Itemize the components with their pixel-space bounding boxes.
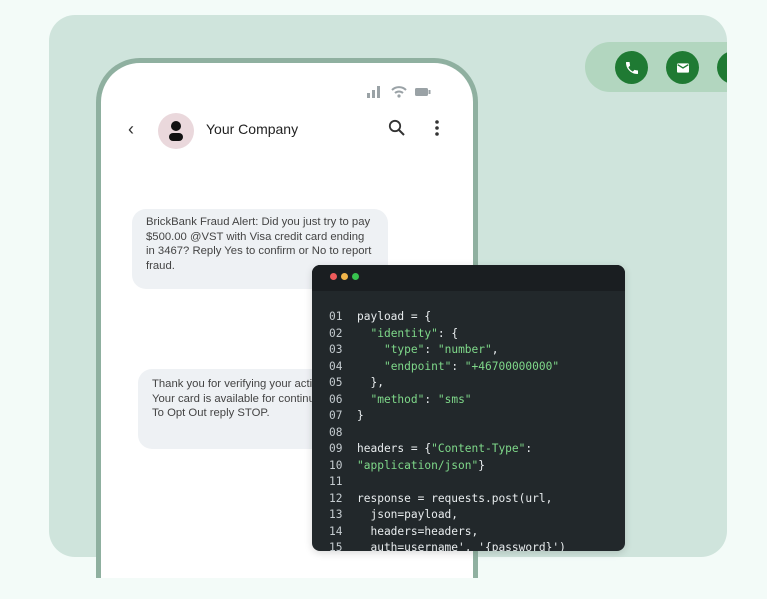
code-text: : bbox=[424, 343, 438, 356]
window-titlebar bbox=[312, 265, 625, 291]
line-number: 06 bbox=[329, 392, 343, 406]
status-bar bbox=[367, 85, 431, 98]
chat-header: ‹ Your Company bbox=[126, 111, 448, 151]
code-string: "identity" bbox=[370, 326, 438, 340]
code-text: : bbox=[424, 392, 438, 406]
code-line: 05 }, bbox=[329, 375, 617, 392]
code-string: "sms" bbox=[437, 392, 472, 406]
code-text: : { bbox=[437, 326, 459, 340]
minimize-dot-icon bbox=[341, 273, 348, 280]
code-text: headers=headers, bbox=[357, 524, 479, 538]
code-line: 04 "endpoint": "+46700000000" bbox=[329, 359, 617, 376]
person-icon bbox=[169, 121, 183, 141]
line-number: 09 bbox=[329, 442, 343, 455]
code-text: payload = { bbox=[357, 310, 432, 323]
code-line: 07} bbox=[329, 408, 617, 425]
line-number: 08 bbox=[329, 425, 343, 439]
close-dot-icon bbox=[330, 273, 337, 280]
mail-icon bbox=[676, 62, 689, 73]
code-line: 10 "application/json"} bbox=[329, 458, 617, 475]
code-text: }, bbox=[357, 376, 384, 389]
code-text: headers = { bbox=[357, 442, 432, 455]
line-number: 11 bbox=[329, 475, 343, 488]
line-number: 03 bbox=[329, 343, 343, 356]
maximize-dot-icon bbox=[352, 273, 359, 280]
code-text: : bbox=[451, 359, 465, 373]
avatar[interactable] bbox=[158, 113, 194, 149]
contact-name: Your Company bbox=[206, 121, 299, 137]
code-text: : bbox=[525, 442, 533, 455]
line-number: 13 bbox=[329, 508, 343, 521]
code-text: json=payload, bbox=[357, 508, 459, 521]
line-number: 15 bbox=[329, 541, 343, 551]
code-line: 14 headers=headers, bbox=[329, 524, 617, 541]
back-icon[interactable]: ‹ bbox=[128, 119, 134, 140]
bell-button[interactable] bbox=[717, 51, 727, 84]
wifi-icon bbox=[391, 86, 407, 98]
code-string: "endpoint" bbox=[383, 359, 452, 373]
code-block: 01 payload = {02 "identity": {03 "type": … bbox=[329, 309, 617, 551]
code-line: 01 payload = { bbox=[329, 309, 617, 326]
code-string: "type" bbox=[383, 343, 425, 356]
line-number: 12 bbox=[329, 491, 343, 505]
phone-button[interactable] bbox=[615, 51, 648, 84]
action-pill bbox=[585, 42, 727, 92]
message-text: BrickBank Fraud Alert: Did you just try … bbox=[146, 216, 372, 272]
code-line: 02 "identity": { bbox=[329, 326, 617, 343]
code-line: 06 "method": "sms" bbox=[329, 392, 617, 409]
code-text: } bbox=[357, 409, 364, 422]
code-string: "number" bbox=[437, 343, 492, 356]
code-string: "method" bbox=[370, 392, 425, 406]
phone-icon bbox=[625, 61, 638, 74]
code-text: } bbox=[478, 458, 485, 472]
code-string: "Content-Type" bbox=[431, 442, 526, 455]
line-number: 05 bbox=[329, 376, 343, 389]
code-string: "+46700000000" bbox=[464, 359, 560, 373]
code-text: auth=username', '{password}') bbox=[357, 541, 566, 551]
line-number: 14 bbox=[329, 524, 343, 538]
code-window: 01 payload = {02 "identity": {03 "type": … bbox=[312, 265, 625, 551]
line-number: 07 bbox=[329, 409, 343, 422]
search-icon[interactable] bbox=[388, 119, 406, 142]
code-line: 09 headers = {"Content-Type": bbox=[329, 441, 617, 458]
code-line: 03 "type": "number", bbox=[329, 342, 617, 359]
mail-button[interactable] bbox=[666, 51, 699, 84]
code-line: 12 response = requests.post(url, bbox=[329, 491, 617, 508]
line-number: 02 bbox=[329, 326, 343, 340]
code-text: , bbox=[491, 343, 499, 356]
code-line: 15 auth=username', '{password}') bbox=[329, 540, 617, 551]
code-text: response = requests.post(url, bbox=[357, 491, 553, 505]
code-line: 13 json=payload, bbox=[329, 507, 617, 524]
signal-icon bbox=[367, 86, 380, 98]
code-line: 11 bbox=[329, 474, 617, 491]
line-number: 01 bbox=[329, 310, 343, 323]
line-number: 10 bbox=[329, 458, 343, 472]
line-number: 04 bbox=[329, 359, 343, 373]
code-string: "application/json" bbox=[357, 458, 479, 472]
battery-icon bbox=[415, 87, 431, 96]
code-line: 08 bbox=[329, 425, 617, 442]
more-icon[interactable] bbox=[434, 119, 440, 142]
bell-icon bbox=[726, 60, 728, 76]
